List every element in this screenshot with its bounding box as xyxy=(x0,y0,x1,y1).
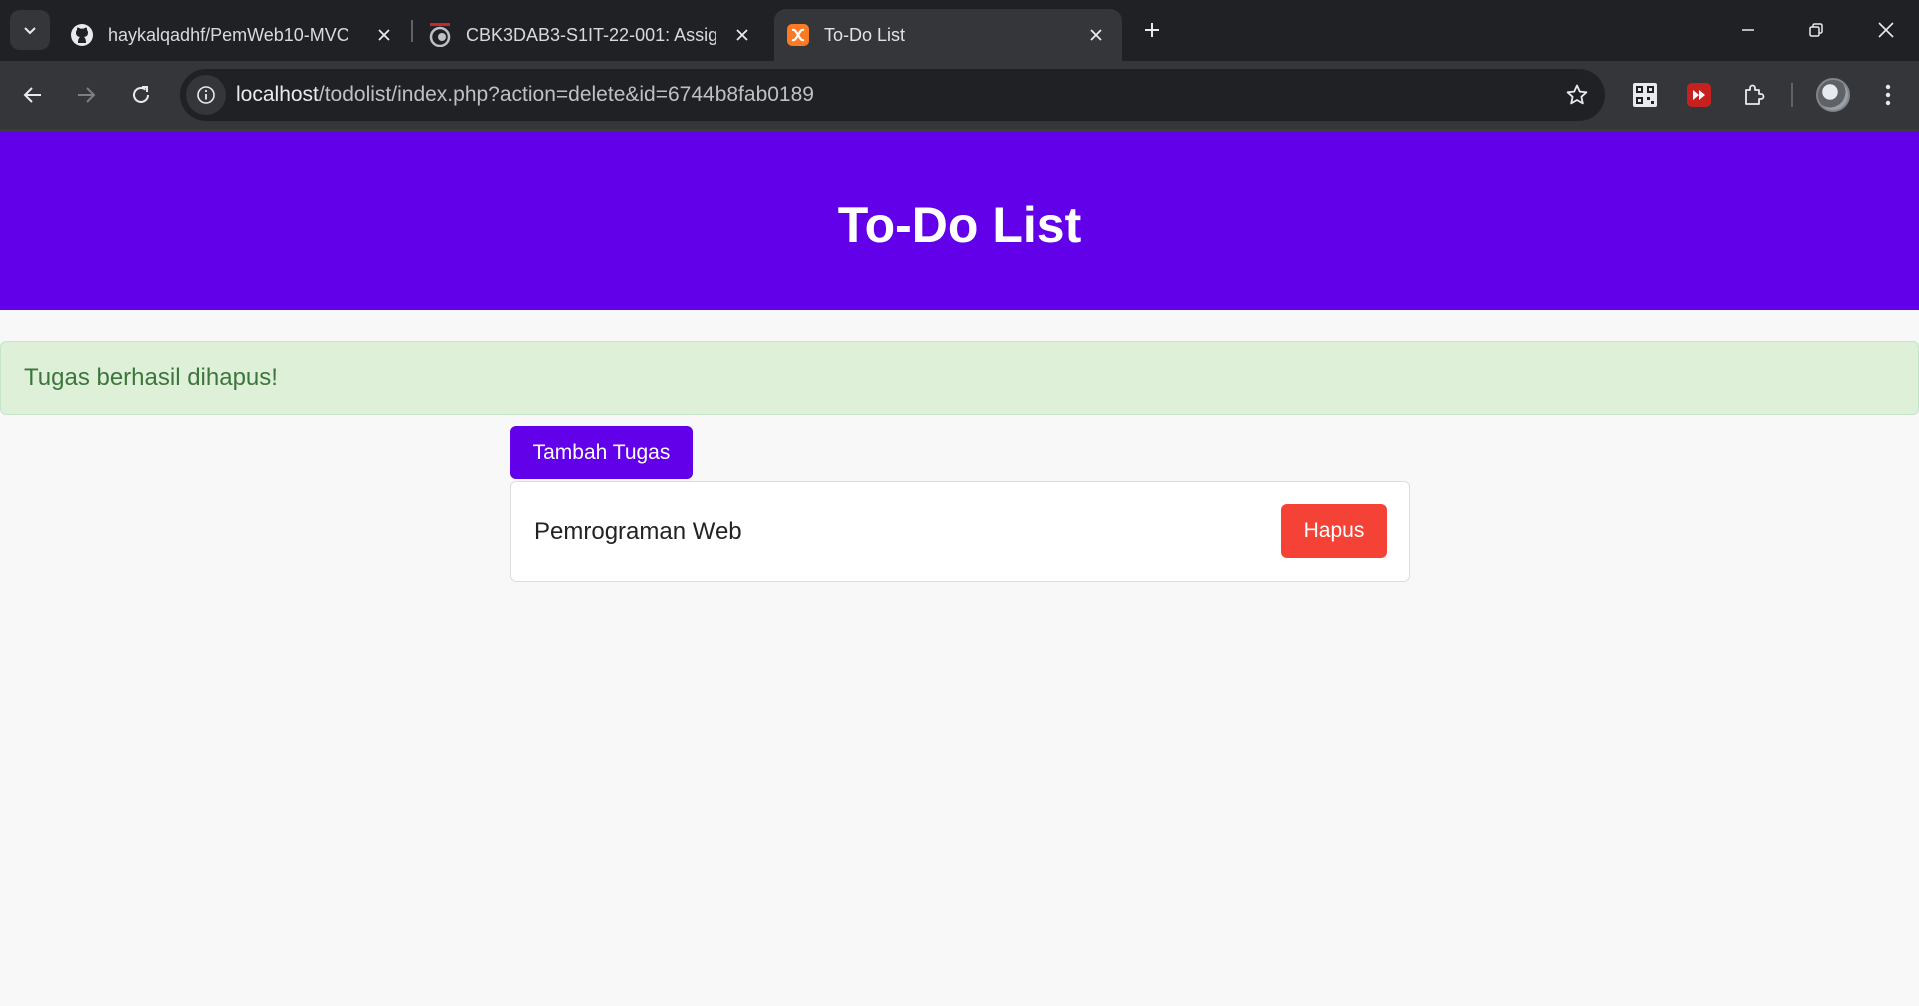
new-tab-button[interactable] xyxy=(1136,14,1168,46)
qr-extension-button[interactable] xyxy=(1627,77,1663,113)
xampp-icon xyxy=(786,23,810,47)
extensions-button[interactable] xyxy=(1736,77,1772,113)
add-task-button[interactable]: Tambah Tugas xyxy=(510,426,693,479)
fast-forward-icon xyxy=(1687,83,1711,107)
tab-title: haykalqadhf/PemWeb10-MVC xyxy=(108,24,348,45)
arrow-left-icon xyxy=(23,87,41,103)
tab-title: To-Do List xyxy=(824,24,906,45)
tab-github[interactable]: haykalqadhf/PemWeb10-MVC xyxy=(70,9,410,61)
close-icon xyxy=(1878,22,1894,38)
address-bar[interactable]: localhost/todolist/index.php?action=dele… xyxy=(180,69,1605,121)
app-header: To-Do List xyxy=(0,132,1919,310)
browser-tabstrip: haykalqadhf/PemWeb10-MVC CBK3DAB3-S1IT-2… xyxy=(0,0,1919,61)
url-text[interactable]: localhost/todolist/index.php?action=dele… xyxy=(236,83,814,107)
github-icon xyxy=(70,23,94,47)
tab-search-button[interactable] xyxy=(10,10,50,50)
site-info-button[interactable] xyxy=(186,75,226,115)
minimize-icon xyxy=(1742,29,1754,31)
puzzle-icon xyxy=(1745,84,1765,105)
star-icon xyxy=(1566,84,1588,105)
back-button[interactable] xyxy=(15,77,51,113)
minimize-button[interactable] xyxy=(1726,10,1770,50)
toolbar-separator xyxy=(1791,83,1793,107)
page-title: To-Do List xyxy=(837,197,1082,253)
more-vertical-icon xyxy=(1885,84,1891,106)
browser-menu-button[interactable] xyxy=(1872,77,1904,113)
chevron-down-icon xyxy=(24,27,36,35)
tab-todo-list[interactable]: To-Do List xyxy=(774,9,1122,61)
qr-code-icon xyxy=(1633,83,1657,107)
task-name: Pemrograman Web xyxy=(534,518,742,545)
success-alert: Tugas berhasil dihapus! xyxy=(0,341,1919,415)
restore-button[interactable] xyxy=(1794,10,1838,50)
close-icon[interactable] xyxy=(1082,21,1110,49)
url-host: localhost xyxy=(236,83,319,106)
window-close-button[interactable] xyxy=(1864,10,1908,50)
delete-task-button[interactable]: Hapus xyxy=(1281,504,1387,558)
url-path: /todolist/index.php?action=delete&id=674… xyxy=(318,83,814,106)
bookmark-button[interactable] xyxy=(1563,81,1591,109)
arrow-right-icon xyxy=(78,87,96,103)
tab-assignment[interactable]: CBK3DAB3-S1IT-22-001: Assign xyxy=(428,9,768,61)
close-icon[interactable] xyxy=(728,21,756,49)
tab-separator xyxy=(411,20,413,42)
reload-icon xyxy=(133,86,149,103)
task-item: Pemrograman Web Hapus xyxy=(510,481,1410,582)
browser-toolbar: localhost/todolist/index.php?action=dele… xyxy=(0,61,1919,129)
restore-icon xyxy=(1809,23,1823,37)
reload-button[interactable] xyxy=(123,77,159,113)
tab-title: CBK3DAB3-S1IT-22-001: Assign xyxy=(466,24,716,45)
info-icon xyxy=(197,86,215,104)
plus-icon xyxy=(1145,23,1159,37)
lms-icon xyxy=(428,23,452,47)
close-icon[interactable] xyxy=(370,21,398,49)
alert-message: Tugas berhasil dihapus! xyxy=(24,364,278,391)
profile-avatar[interactable] xyxy=(1816,78,1850,112)
video-extension-button[interactable] xyxy=(1681,77,1717,113)
forward-button[interactable] xyxy=(68,77,104,113)
